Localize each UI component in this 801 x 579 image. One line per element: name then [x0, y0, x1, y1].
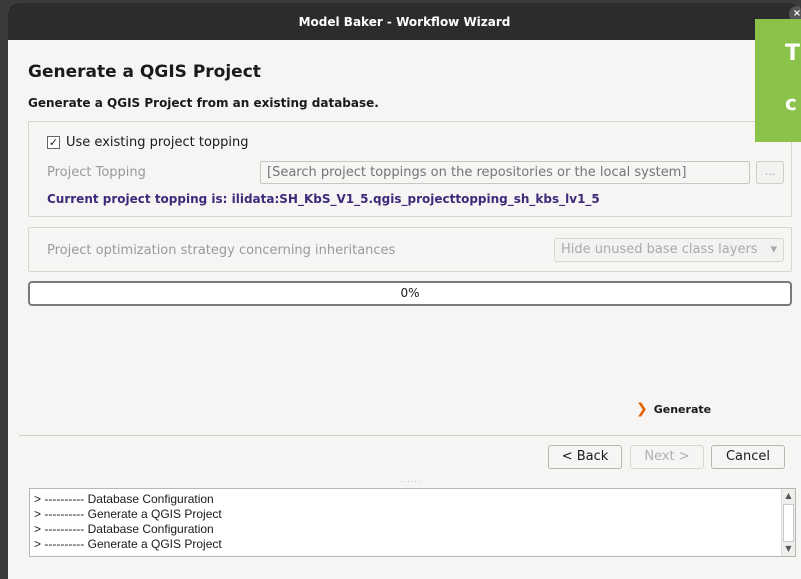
- log-line: > ---------- Generate a QGIS Project: [34, 537, 222, 551]
- generate-button[interactable]: ❯ Generate: [636, 401, 711, 417]
- project-topping-search-input[interactable]: [260, 161, 750, 184]
- scroll-down-icon[interactable]: ▼: [782, 542, 795, 556]
- progress-text: 0%: [400, 286, 420, 300]
- project-topping-group: ✓ Use existing project topping Project T…: [28, 121, 792, 217]
- generate-label: Generate: [653, 402, 712, 416]
- divider: [19, 435, 801, 436]
- banner-line-1: T: [785, 41, 801, 66]
- browse-topping-button[interactable]: ...: [756, 161, 784, 184]
- optimization-label: Project optimization strategy concerning…: [47, 243, 396, 258]
- log-panel: > ---------- Database Configuration > ---…: [29, 488, 796, 557]
- back-button[interactable]: < Back: [548, 445, 622, 469]
- scrollbar-thumb[interactable]: [783, 504, 794, 542]
- splitter-handle[interactable]: ......: [400, 475, 421, 484]
- optimization-group: Project optimization strategy concerning…: [28, 227, 792, 272]
- project-topping-label: Project Topping: [47, 165, 146, 180]
- banner-line-2: c: [785, 91, 797, 115]
- cancel-button[interactable]: Cancel: [711, 445, 785, 469]
- progress-bar: 0%: [28, 281, 792, 306]
- title-bar: Model Baker - Workflow Wizard ×: [8, 3, 801, 40]
- use-existing-topping-label: Use existing project topping: [66, 135, 249, 150]
- use-existing-topping-checkbox[interactable]: ✓ Use existing project topping: [47, 135, 249, 150]
- optimization-strategy-select[interactable]: Hide unused base class layers ▾: [554, 238, 784, 262]
- scroll-up-icon[interactable]: ▲: [782, 489, 795, 503]
- log-lines: > ---------- Database Configuration > ---…: [34, 492, 222, 552]
- overlay-banner: T c: [755, 19, 801, 142]
- current-topping-text: Current project topping is: ilidata:SH_K…: [47, 192, 600, 206]
- checkbox-check-icon[interactable]: ✓: [47, 136, 60, 149]
- page-title: Generate a QGIS Project: [28, 62, 261, 82]
- log-line: > ---------- Database Configuration: [34, 522, 214, 536]
- optimization-selected-value: Hide unused base class layers: [561, 242, 758, 257]
- chevron-down-icon: ▾: [770, 242, 777, 257]
- page-subtitle: Generate a QGIS Project from an existing…: [28, 96, 379, 110]
- log-scrollbar[interactable]: ▲ ▼: [781, 489, 795, 556]
- log-line: > ---------- Generate a QGIS Project: [34, 507, 222, 521]
- wizard-window: Model Baker - Workflow Wizard × Generate…: [8, 3, 801, 579]
- window-title: Model Baker - Workflow Wizard: [298, 14, 511, 29]
- next-button[interactable]: Next >: [630, 445, 704, 469]
- log-line: > ---------- Database Configuration: [34, 492, 214, 506]
- chevron-right-icon: ❯: [636, 401, 648, 417]
